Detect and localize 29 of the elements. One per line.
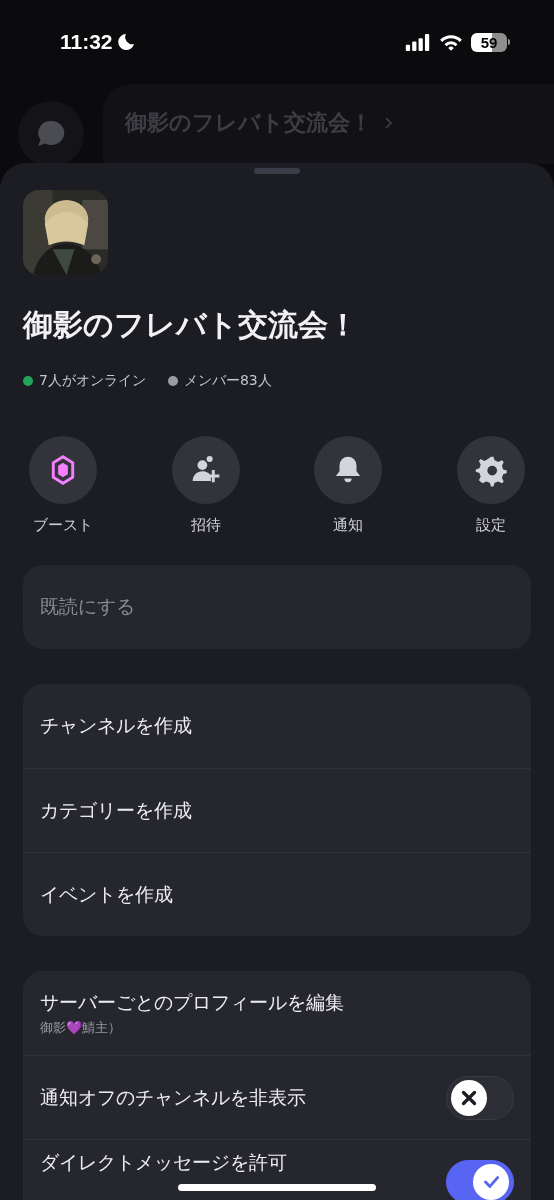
wifi-icon: [439, 33, 463, 51]
action-label[interactable]: 設定: [475, 516, 506, 535]
menu-item[interactable]: 通知オフのチャンネルを非表示: [23, 1055, 531, 1139]
menu-item-subtitle: 御影💜鯖主）: [40, 1018, 122, 1037]
toggle-switch[interactable]: [446, 1160, 514, 1200]
server-name: 御影のフレバト交流会！: [23, 306, 359, 344]
menu-item-label: サーバーごとのプロフィールを編集: [40, 989, 344, 1015]
toggle-switch[interactable]: [446, 1075, 514, 1120]
chevron-icon: [384, 117, 393, 129]
stat-text: 7人がオンライン: [39, 372, 146, 390]
menu-item[interactable]: チャンネルを作成: [23, 684, 531, 768]
menu-item[interactable]: イベントを作成: [23, 852, 531, 936]
menu-item-label: チャンネルを作成: [40, 713, 192, 738]
action-label[interactable]: 招待: [190, 516, 221, 535]
status-time: 11:32: [60, 30, 113, 54]
menu-item-label: イベントを作成: [40, 881, 173, 907]
menu-item-label: 既読にする: [40, 594, 135, 619]
menu-item-label: 通知オフのチャンネルを非表示: [40, 1084, 306, 1110]
battery-level: 59: [480, 33, 498, 51]
action-label[interactable]: 通知: [333, 516, 364, 535]
stat-text: メンバー83人: [183, 372, 272, 390]
menu-item-label: ダイレクトメッセージを許可: [40, 1150, 287, 1175]
moon-icon: [115, 33, 134, 51]
menu-item[interactable]: サーバーごとのプロフィールを編集 御影💜鯖主）: [23, 971, 531, 1055]
menu-item-label: カテゴリーを作成: [40, 797, 192, 823]
menu-item[interactable]: カテゴリーを作成: [23, 768, 531, 852]
drag-handle[interactable]: [254, 168, 300, 174]
action-label[interactable]: ブースト: [33, 516, 93, 535]
signal-icon: [404, 33, 431, 51]
